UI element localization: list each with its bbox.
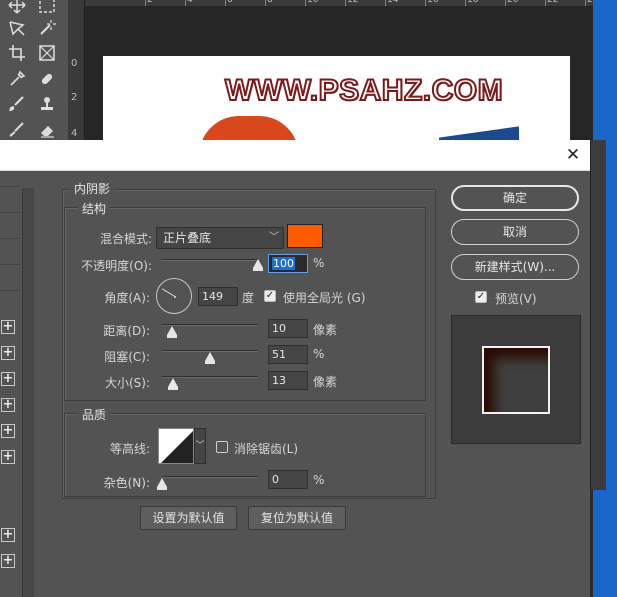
magic-wand-tool-icon[interactable] — [36, 17, 58, 39]
brush-tool-icon[interactable] — [6, 93, 28, 115]
anti-alias-label: 消除锯齿(L) — [234, 442, 299, 456]
move-tool-icon[interactable] — [6, 0, 28, 16]
distance-slider-thumb[interactable] — [167, 326, 177, 338]
contour-preview[interactable] — [158, 428, 194, 464]
eraser-tool-icon[interactable] — [36, 119, 58, 141]
add-effect-button[interactable]: + — [1, 554, 15, 568]
marquee-tool-icon[interactable] — [36, 0, 58, 16]
history-brush-tool-icon[interactable] — [6, 119, 28, 141]
noise-slider-thumb[interactable] — [157, 478, 167, 490]
ruler-number: 2 — [147, 0, 153, 5]
angle-input[interactable]: 149 — [198, 287, 238, 306]
blend-mode-value: 正片叠底 — [163, 231, 212, 245]
choke-label: 阻塞(C): — [104, 350, 150, 364]
angle-label: 角度(A): — [104, 291, 150, 305]
ruler-number: 6 — [227, 0, 233, 5]
right-panel-edge — [590, 140, 606, 490]
eyedropper-tool-icon[interactable] — [6, 68, 28, 90]
ruler-number: 16 — [427, 0, 439, 5]
global-light-checkbox[interactable]: ✓ — [264, 290, 276, 302]
preview-checkbox[interactable]: ✓ — [475, 291, 487, 303]
opacity-unit: % — [313, 256, 325, 270]
ruler-number: 14 — [387, 0, 399, 5]
ruler-number: 4 — [187, 0, 193, 5]
structure-legend: 结构 — [78, 200, 111, 217]
reset-default-button[interactable]: 复位为默认值 — [248, 506, 346, 530]
add-effect-button[interactable]: + — [1, 398, 15, 412]
ok-button[interactable]: 确定 — [451, 185, 579, 211]
style-preview-box — [451, 315, 581, 444]
angle-dial[interactable] — [156, 278, 192, 314]
global-light-label: 使用全局光 (G) — [283, 291, 366, 305]
style-preview-swatch — [482, 346, 550, 414]
effect-title: 内阴影 — [70, 180, 115, 197]
new-style-button[interactable]: 新建样式(W)... — [451, 254, 579, 280]
cancel-button[interactable]: 取消 — [451, 219, 579, 245]
frame-tool-icon[interactable] — [36, 42, 58, 64]
angle-dial-needle — [161, 288, 176, 297]
noise-slider-track[interactable] — [162, 476, 258, 478]
ruler-number: 18 — [467, 0, 479, 5]
noise-label: 杂色(N): — [103, 476, 150, 490]
size-slider-thumb[interactable] — [168, 378, 178, 390]
opacity-slider-track[interactable] — [162, 259, 258, 261]
close-icon[interactable]: ✕ — [564, 145, 582, 165]
make-default-button[interactable]: 设置为默认值 — [140, 506, 237, 530]
choke-input[interactable]: 51 — [268, 345, 308, 364]
add-effect-button[interactable]: + — [1, 424, 15, 438]
blend-mode-label: 混合模式: — [99, 232, 152, 246]
add-effect-button[interactable]: + — [1, 450, 15, 464]
vertical-ruler: 0 2 4 — [68, 0, 85, 142]
clone-stamp-tool-icon[interactable] — [36, 93, 58, 115]
add-effect-button[interactable]: + — [1, 320, 15, 334]
quality-legend: 品质 — [78, 406, 111, 423]
tools-panel — [0, 0, 68, 142]
choke-slider-thumb[interactable] — [205, 352, 215, 364]
lasso-tool-icon[interactable] — [6, 17, 28, 39]
size-unit: 像素 — [313, 375, 338, 389]
healing-brush-tool-icon[interactable] — [36, 68, 58, 90]
opacity-slider-thumb[interactable] — [253, 259, 263, 271]
add-effect-button[interactable]: + — [1, 346, 15, 360]
blend-mode-select[interactable]: 正片叠底 ﹀ — [156, 227, 284, 249]
noise-unit: % — [313, 473, 325, 487]
distance-unit: 像素 — [313, 323, 338, 337]
size-label: 大小(S): — [104, 376, 150, 390]
angle-unit: 度 — [242, 291, 255, 305]
ruler-number: 4 — [71, 128, 78, 139]
document-artwork-red — [199, 116, 299, 142]
effects-list-scrollbar[interactable] — [22, 188, 34, 597]
contour-label: 等高线: — [109, 442, 150, 456]
add-effect-button[interactable]: + — [1, 528, 15, 542]
chevron-down-icon: ﹀ — [269, 232, 279, 243]
document-canvas[interactable]: WWW.PSAHZ.COM — [103, 56, 570, 142]
layer-style-dialog: 内阴影 结构 混合模式: 正片叠底 ﹀ 不透明度(O): 100 % 角度(A)… — [52, 171, 590, 597]
noise-input[interactable]: 0 — [268, 470, 308, 489]
ruler-number: 20 — [507, 0, 519, 5]
ruler-number: 2 — [71, 92, 78, 103]
opacity-label: 不透明度(O): — [81, 259, 152, 273]
ruler-number: 12 — [347, 0, 359, 5]
crop-tool-icon[interactable] — [6, 42, 28, 64]
contour-dropdown-chevron-icon[interactable]: ﹀ — [194, 428, 206, 464]
choke-unit: % — [313, 347, 325, 361]
size-input[interactable]: 13 — [268, 371, 308, 390]
add-effect-button[interactable]: + — [1, 372, 15, 386]
ruler-number: 0 — [71, 58, 78, 69]
shadow-color-swatch[interactable] — [287, 224, 323, 248]
ruler-number: 10 — [307, 0, 319, 5]
preview-label: 预览(V) — [495, 292, 537, 306]
ruler-number: 22 — [547, 0, 559, 5]
anti-alias-checkbox[interactable] — [216, 441, 228, 453]
dialog-titlebar: ✕ — [0, 140, 590, 171]
distance-input[interactable]: 10 — [268, 319, 308, 338]
distance-label: 距离(D): — [103, 324, 150, 338]
document-text: WWW.PSAHZ.COM — [224, 73, 504, 108]
opacity-input[interactable]: 100 — [268, 254, 308, 273]
ruler-number: 8 — [267, 0, 273, 5]
